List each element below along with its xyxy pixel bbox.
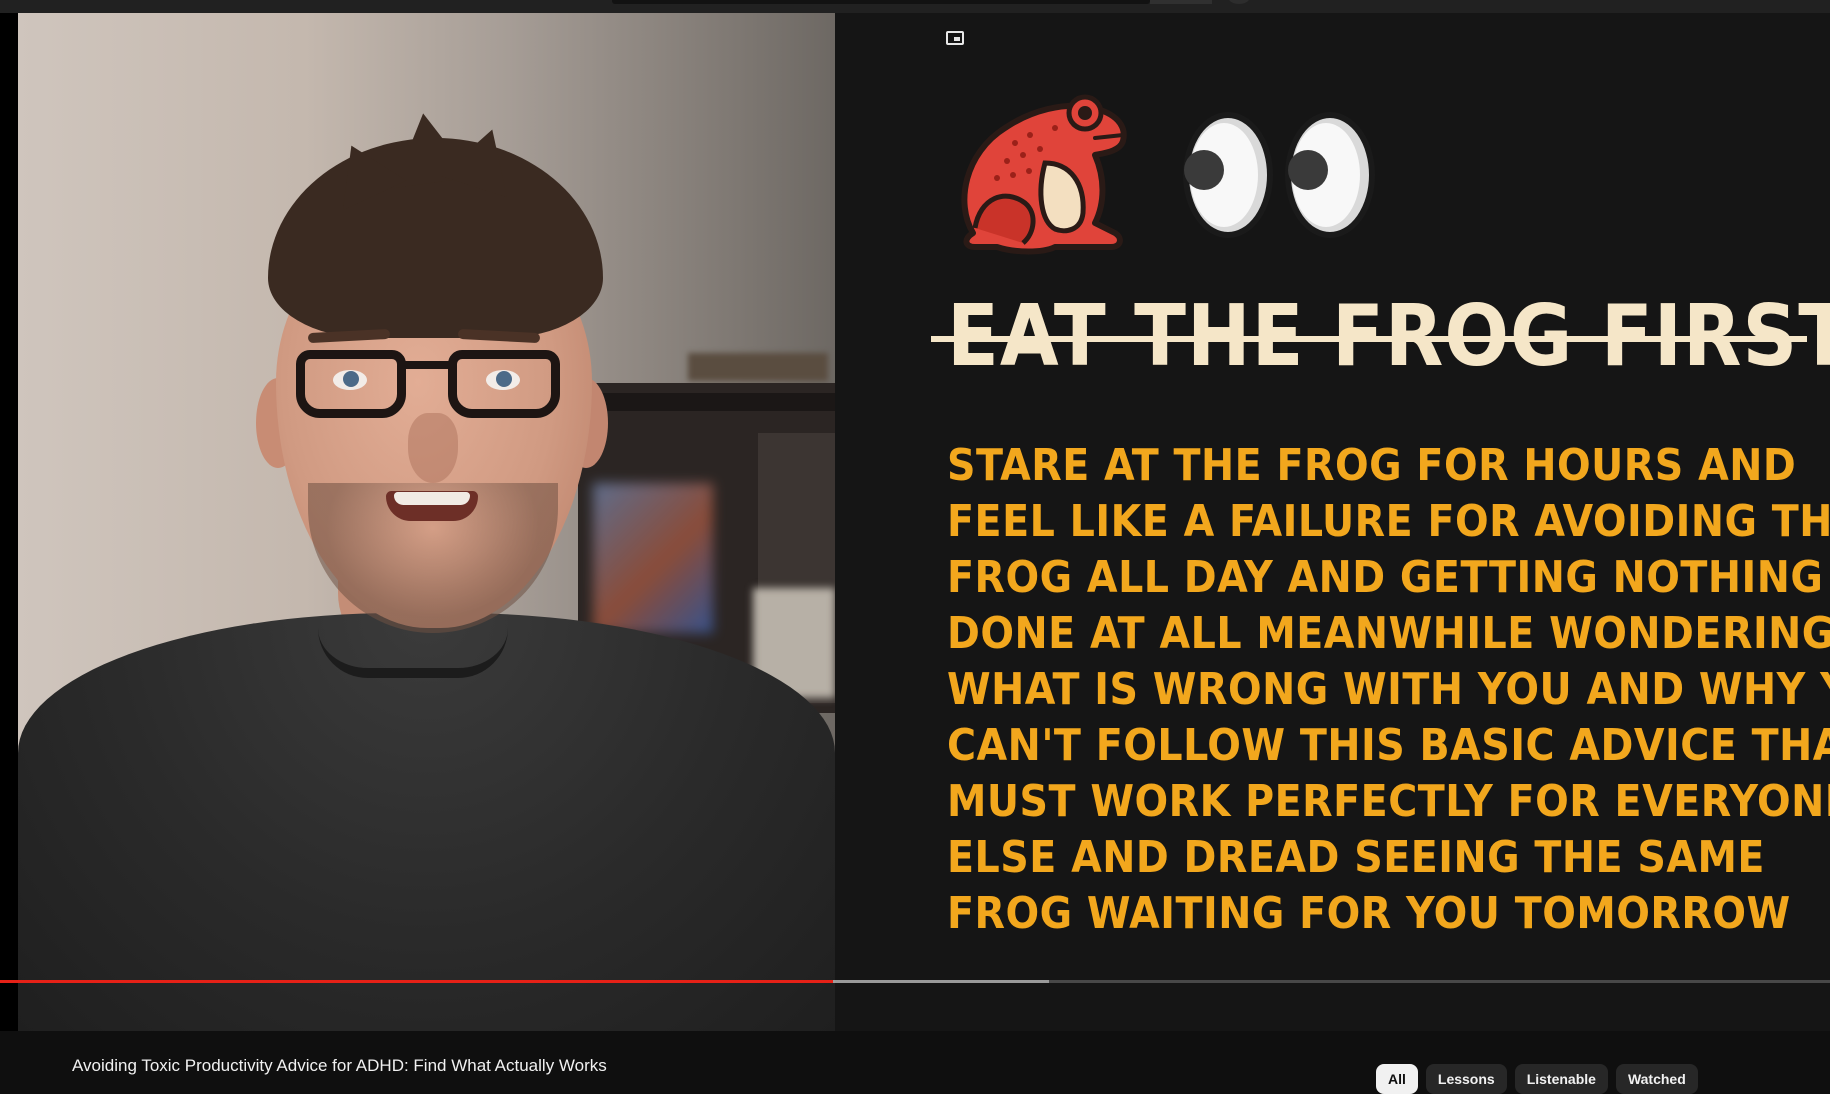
glasses-lens (296, 350, 406, 418)
search-button[interactable] (1150, 0, 1212, 4)
slide-body-line: FROG WAITING FOR YOU TOMORROW (947, 888, 1791, 939)
slide-body-line: FEEL LIKE A FAILURE FOR AVOIDING THE (947, 496, 1830, 547)
slide-body-line: STARE AT THE FROG FOR HOURS AND (947, 440, 1797, 491)
presenter-collar (318, 628, 508, 678)
shelf-box (593, 483, 713, 633)
frog-icon (961, 94, 1127, 255)
slide-title-block: EAT THE FROG FIRST (931, 281, 1830, 391)
progress-played (0, 980, 833, 983)
presenter-nose (408, 413, 458, 483)
below-player: Avoiding Toxic Productivity Advice for A… (0, 1031, 1830, 1094)
slide-body-line: DONE AT ALL MEANWHILE WONDERING (947, 608, 1830, 659)
presenter-video (18, 13, 835, 1031)
slide-body-line: MUST WORK PERFECTLY FOR EVERYONE (947, 776, 1830, 827)
chip-lessons[interactable]: Lessons (1425, 1064, 1507, 1094)
glasses-lens (448, 350, 560, 418)
slide-body: STARE AT THE FROG FOR HOURS AND FEEL LIK… (947, 438, 1830, 942)
video-frame[interactable]: EAT THE FROG FIRST STARE AT THE FROG FOR… (18, 13, 1830, 1031)
shelf-items (688, 353, 828, 381)
slide-body-line: WHAT IS WRONG WITH YOU AND WHY YOU (947, 664, 1830, 715)
slide-body-line: FROG ALL DAY AND GETTING NOTHING (947, 552, 1824, 603)
video-title: Avoiding Toxic Productivity Advice for A… (72, 1056, 607, 1075)
video-player[interactable]: EAT THE FROG FIRST STARE AT THE FROG FOR… (0, 13, 1830, 1031)
slide-panel: EAT THE FROG FIRST STARE AT THE FROG FOR… (835, 13, 1830, 1031)
masthead (0, 0, 1830, 13)
strikethrough-line (931, 336, 1807, 342)
chip-listenable[interactable]: Listenable (1514, 1064, 1608, 1094)
presenter-teeth (394, 492, 470, 505)
glasses-bridge (404, 361, 450, 369)
filter-chips: All Lessons Listenable Watched (1376, 1064, 1698, 1094)
chip-all[interactable]: All (1376, 1064, 1418, 1094)
voice-search-icon[interactable] (1228, 0, 1250, 4)
slide-body-line: ELSE AND DREAD SEEING THE SAME (947, 832, 1765, 883)
shelf-board (578, 393, 835, 411)
miniplayer-icon[interactable] (946, 31, 964, 45)
search-bar[interactable] (612, 0, 1150, 4)
chip-watched[interactable]: Watched (1615, 1064, 1698, 1094)
slide-body-line: CAN'T FOLLOW THIS BASIC ADVICE THAT (947, 720, 1830, 771)
progress-bar[interactable] (0, 980, 1830, 983)
googly-eyes-icon (1183, 112, 1375, 238)
